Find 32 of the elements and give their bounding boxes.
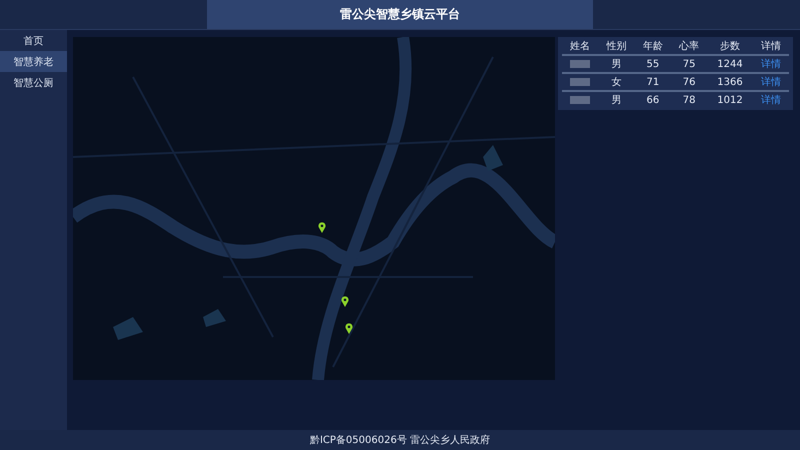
column-header: 年龄 (634, 38, 671, 55)
details-link[interactable]: 详情 (760, 95, 781, 106)
details-link[interactable]: 详情 (760, 77, 781, 88)
sidebar-item[interactable]: 智慧养老 (0, 51, 67, 72)
map-pin-icon (345, 323, 353, 334)
column-header: 详情 (752, 38, 789, 55)
column-header: 性别 (598, 38, 635, 55)
redacted-name (570, 60, 590, 68)
table-cell: 1366 (707, 73, 753, 91)
sidebar-item[interactable]: 首页 (0, 30, 67, 51)
page-title: 雷公尖智慧乡镇云平台 (340, 6, 460, 23)
map-pin-icon (341, 296, 349, 307)
table-cell: 男 (598, 91, 635, 108)
table-cell: 75 (670, 55, 708, 73)
table-cell: 76 (670, 73, 708, 91)
details-link[interactable]: 详情 (760, 59, 781, 70)
table-cell: 1012 (707, 91, 753, 108)
redacted-name (570, 78, 590, 86)
table-cell: 55 (634, 55, 671, 73)
redacted-name (570, 96, 590, 104)
table-cell: 66 (634, 91, 671, 108)
column-header: 心率 (670, 38, 708, 55)
footer-text: 黔ICP备05006026号 雷公尖乡人民政府 (310, 434, 490, 447)
table-cell: 1244 (707, 55, 753, 73)
table-cell: 78 (670, 91, 708, 108)
table-cell: 男 (598, 55, 635, 73)
column-header: 姓名 (562, 38, 598, 55)
table-cell: 女 (598, 73, 635, 91)
column-header: 步数 (707, 38, 753, 55)
map-pin-icon (318, 222, 326, 233)
table-cell: 71 (634, 73, 671, 91)
sidebar-item[interactable]: 智慧公厕 (0, 72, 67, 93)
